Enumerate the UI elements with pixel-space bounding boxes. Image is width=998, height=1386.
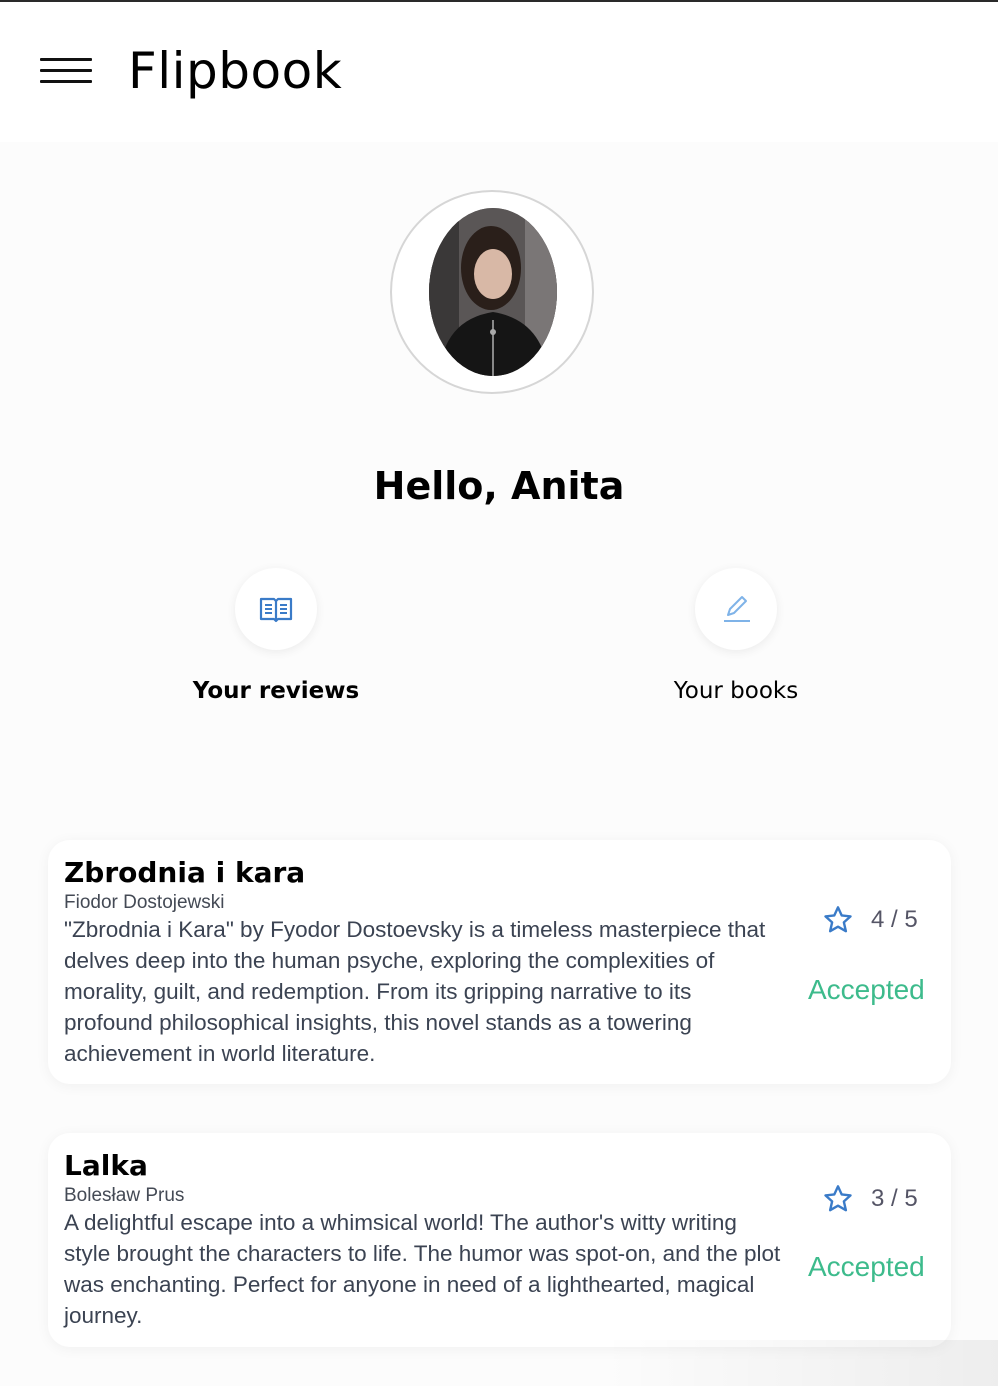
review-status: Accepted (808, 1251, 925, 1282)
avatar-frame (390, 190, 594, 394)
open-book-icon (259, 597, 293, 623)
app-title: Flipbook (128, 42, 343, 100)
review-rating: 4 / 5 (821, 904, 918, 936)
review-book-title: Zbrodnia i kara (64, 856, 306, 889)
review-status: Accepted (808, 974, 925, 1005)
review-book-title: Lalka (64, 1149, 148, 1182)
app-header: Flipbook (0, 2, 998, 142)
greeting-heading: Hello, Anita (373, 464, 625, 508)
star-icon (824, 906, 852, 933)
avatar (429, 208, 557, 376)
star-icon (824, 1185, 852, 1212)
review-rating: 3 / 5 (821, 1183, 918, 1215)
your-reviews-button[interactable]: Your reviews (156, 568, 396, 704)
review-card[interactable]: Zbrodnia i kara Fiodor Dostojewski "Zbro… (48, 840, 951, 1084)
rating-value: 3 / 5 (871, 1185, 918, 1212)
rating-value: 4 / 5 (871, 906, 918, 933)
your-reviews-icon-circle[interactable] (235, 568, 317, 650)
your-books-icon-circle[interactable] (695, 568, 777, 650)
profile-page: Hello, Anita Your reviews Your books Zbr… (0, 142, 998, 1386)
review-text: "Zbrodnia i Kara" by Fyodor Dostoevsky i… (64, 917, 766, 1066)
review-card[interactable]: Lalka Bolesław Prus A delightful escape … (48, 1133, 951, 1347)
your-reviews-label[interactable]: Your reviews (156, 678, 396, 704)
your-books-label[interactable]: Your books (616, 678, 856, 704)
review-book-author: Fiodor Dostojewski (64, 892, 225, 913)
review-text: A delightful escape into a whimsical wor… (64, 1210, 781, 1328)
hamburger-menu-icon[interactable] (40, 58, 92, 88)
your-books-button[interactable]: Your books (616, 568, 856, 704)
pencil-icon (724, 596, 750, 622)
review-book-author: Bolesław Prus (64, 1185, 185, 1206)
